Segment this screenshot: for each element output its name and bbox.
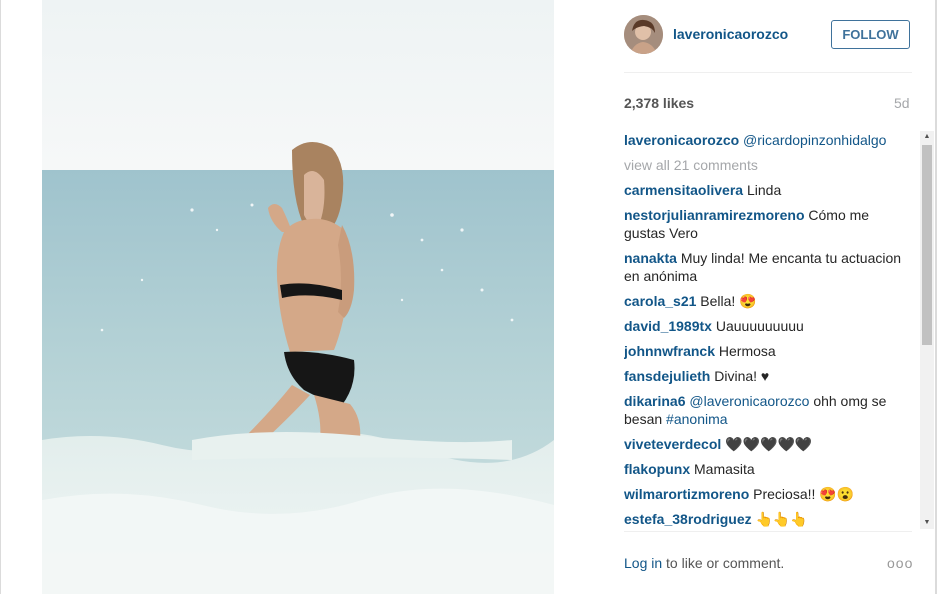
comment-username[interactable]: nanakta — [624, 250, 677, 266]
comment-item: david_1989tx Uauuuuuuuuu — [624, 317, 910, 335]
login-prompt: Log in to like or comment. — [624, 555, 784, 571]
caption-mention[interactable]: @ricardopinzonhidalgo — [743, 132, 886, 148]
caption-username[interactable]: laveronicaorozco — [624, 132, 739, 148]
post-age[interactable]: 5d — [894, 95, 910, 111]
comment-item: johnnwfranck Hermosa — [624, 342, 910, 360]
comment-item: carmensitaolivera Linda — [624, 181, 910, 199]
scroll-down-arrow-icon[interactable]: ▼ — [920, 517, 934, 529]
comment-text: Mamasita — [694, 461, 755, 477]
comment-mention[interactable]: @laveronicaorozco — [689, 393, 809, 409]
follow-button[interactable]: FOLLOW — [831, 20, 910, 49]
comment-text: 🖤🖤🖤🖤🖤 — [725, 436, 813, 452]
comment-text: Linda — [746, 182, 782, 198]
comment-username[interactable]: carmensitaolivera — [624, 182, 743, 198]
comment-item: wilmarortizmoreno Preciosa!! 😍😮 — [624, 485, 910, 503]
comment-text: Hermosa — [718, 343, 776, 359]
comment-item: viveteverdecol 🖤🖤🖤🖤🖤 — [624, 435, 910, 453]
comment-item: fansdejulieth Divina! ♥ — [624, 367, 910, 385]
comment-hashtag[interactable]: #anonima — [666, 411, 728, 427]
scroll-up-arrow-icon[interactable]: ▲ — [920, 131, 934, 143]
comments-scrollbar[interactable]: ▲ ▼ — [920, 131, 934, 529]
comment-username[interactable]: nestorjulianramirezmoreno — [624, 207, 805, 223]
comment-text: Bella! 😍 — [700, 293, 757, 309]
comment-item: nestorjulianramirezmoreno Cómo me gustas… — [624, 206, 910, 242]
comment-text: Preciosa!! 😍😮 — [753, 486, 855, 502]
comment-text: 👆👆👆 — [755, 511, 808, 527]
comment-username[interactable]: wilmarortizmoreno — [624, 486, 749, 502]
comment-item: dikarina6 @laveronicaorozco ohh omg se b… — [624, 392, 910, 428]
footer-divider — [624, 531, 912, 532]
comment-item: estefa_38rodriguez 👆👆👆 — [624, 510, 910, 528]
more-options-icon[interactable]: ooo — [887, 555, 913, 571]
comment-username[interactable]: estefa_38rodriguez — [624, 511, 752, 527]
comment-item: flakopunx Mamasita — [624, 460, 910, 478]
comment-username[interactable]: viveteverdecol — [624, 436, 721, 452]
comment-username[interactable]: johnnwfranck — [624, 343, 715, 359]
avatar-image — [624, 15, 663, 54]
comment-item: nanakta Muy linda! Me encanta tu actuaci… — [624, 249, 910, 285]
beach-photo-image — [42, 0, 554, 594]
login-link[interactable]: Log in — [624, 555, 662, 571]
comment-text: Uauuuuuuuuu — [715, 318, 804, 334]
login-prompt-text: to like or comment. — [662, 555, 785, 571]
scrollbar-thumb[interactable] — [922, 145, 932, 345]
post-username[interactable]: laveronicaorozco — [673, 26, 788, 42]
comment-text: Divina! ♥ — [714, 368, 770, 384]
comment-username[interactable]: dikarina6 — [624, 393, 685, 409]
header-divider — [624, 72, 912, 73]
post-sidebar: laveronicaorozco FOLLOW 2,378 likes 5d l… — [604, 0, 935, 594]
left-border — [0, 0, 1, 594]
comment-username[interactable]: flakopunx — [624, 461, 690, 477]
caption: laveronicaorozco @ricardopinzonhidalgo — [624, 131, 910, 149]
likes-count[interactable]: 2,378 likes — [624, 95, 694, 111]
comment-username[interactable]: fansdejulieth — [624, 368, 710, 384]
view-all-comments-link[interactable]: view all 21 comments — [624, 156, 910, 174]
comment-username[interactable]: carola_s21 — [624, 293, 696, 309]
post-photo[interactable] — [42, 0, 554, 594]
comment-username[interactable]: david_1989tx — [624, 318, 712, 334]
comment-item: carola_s21 Bella! 😍 — [624, 292, 910, 310]
avatar[interactable] — [624, 15, 663, 54]
comments-list: laveronicaorozco @ricardopinzonhidalgo v… — [624, 131, 910, 529]
